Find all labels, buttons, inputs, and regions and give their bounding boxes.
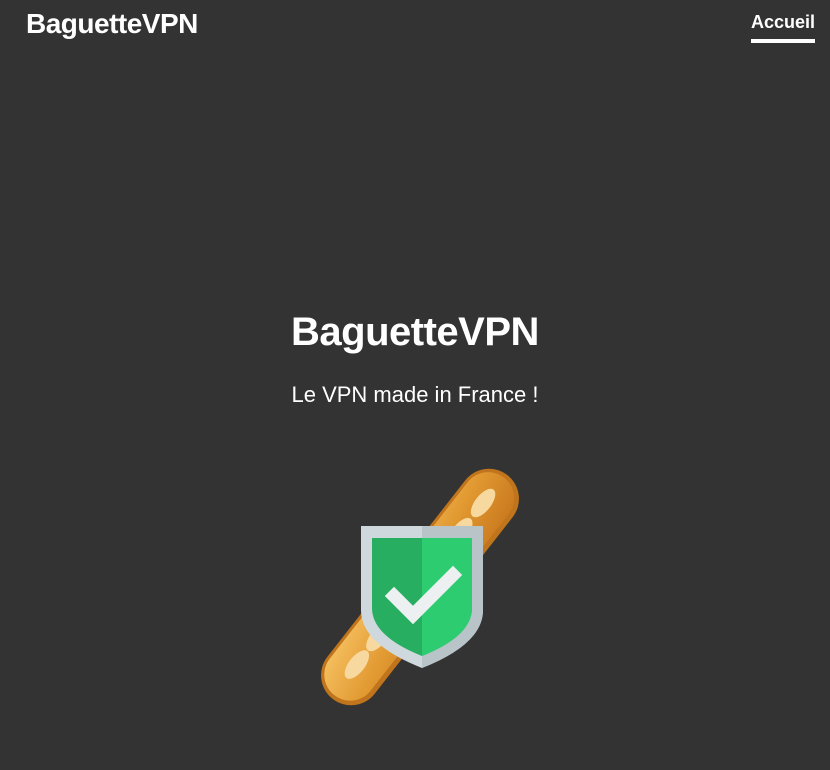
top-navigation-bar: BaguetteVPN Accueil	[0, 0, 830, 52]
page-subtitle: Le VPN made in France !	[291, 382, 539, 407]
nav-link-accueil[interactable]: Accueil	[750, 12, 815, 43]
baguette-shield-check-icon	[321, 468, 519, 706]
main-nav: Accueil	[750, 12, 815, 43]
hero-section: BaguetteVPN Le VPN made in France !	[0, 308, 830, 408]
page-title: BaguetteVPN	[291, 310, 539, 354]
brand-logo-text[interactable]: BaguetteVPN	[26, 8, 198, 40]
baguette-shield-logo	[290, 462, 550, 712]
